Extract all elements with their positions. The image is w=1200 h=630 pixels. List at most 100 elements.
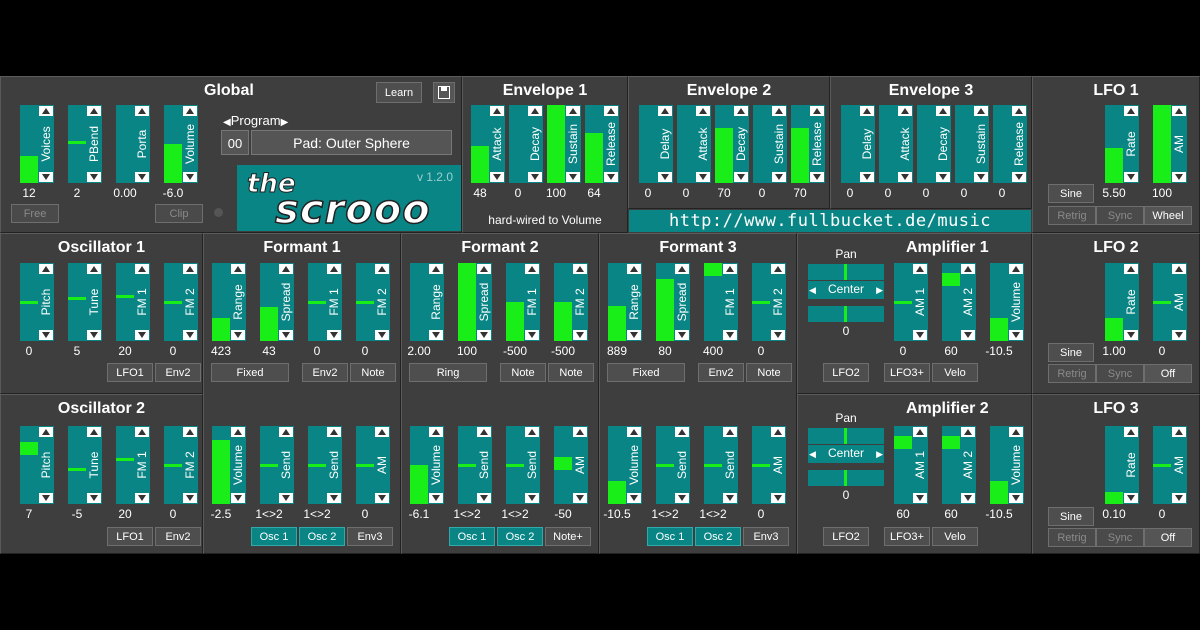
arrow-up-icon[interactable]: [429, 264, 443, 274]
arrow-down-icon[interactable]: [87, 493, 101, 503]
arrow-up-icon[interactable]: [477, 264, 491, 274]
slider-track[interactable]: [715, 105, 733, 183]
slider-handle[interactable]: [1153, 301, 1171, 304]
slider-volume[interactable]: Volume -6.1: [409, 426, 444, 521]
slider-spread[interactable]: Spread 43: [260, 263, 294, 358]
osc2-lfo-button[interactable]: LFO1: [107, 527, 153, 546]
arrow-up-icon[interactable]: [1124, 106, 1138, 116]
arrow-up-icon[interactable]: [87, 427, 101, 437]
amp2-lfo2-button[interactable]: LFO2: [823, 527, 869, 546]
slider-decay[interactable]: Decay 70: [715, 105, 749, 200]
slider-am[interactable]: AM 0: [356, 426, 390, 521]
slider-handle[interactable]: [1153, 464, 1171, 467]
arrow-down-icon[interactable]: [87, 172, 101, 182]
slider-delay[interactable]: Delay 0: [639, 105, 673, 200]
lfo3-retrig-button[interactable]: Retrig: [1048, 528, 1096, 547]
slider-track[interactable]: [1153, 263, 1171, 341]
website-url[interactable]: http://www.fullbucket.de/music: [629, 210, 1031, 232]
slider-am-1[interactable]: AM 1 60: [894, 426, 928, 521]
slider-track[interactable]: [458, 426, 476, 504]
slider-track[interactable]: [752, 426, 770, 504]
arrow-down-icon[interactable]: [604, 172, 618, 182]
slider-track[interactable]: [752, 263, 770, 341]
slider-track[interactable]: [608, 263, 626, 341]
slider-track[interactable]: [356, 426, 374, 504]
slider-fm-1[interactable]: FM 1 20: [116, 263, 150, 358]
slider-track[interactable]: [509, 105, 527, 183]
slider-handle[interactable]: [260, 464, 278, 467]
lfo3-wave-button[interactable]: Sine: [1048, 507, 1094, 526]
slider-track[interactable]: [212, 263, 230, 341]
slider-attack[interactable]: Attack 48: [471, 105, 505, 200]
arrow-down-icon[interactable]: [1124, 493, 1138, 503]
arrow-down-icon[interactable]: [477, 493, 491, 503]
slider-handle[interactable]: [752, 301, 770, 304]
slider-am-2[interactable]: AM 2 60: [942, 426, 976, 521]
formant1-osc1-button[interactable]: Osc 1: [251, 527, 297, 546]
arrow-up-icon[interactable]: [327, 264, 341, 274]
slider-volume[interactable]: Volume -10.5: [985, 426, 1024, 521]
formant1-osc2-button[interactable]: Osc 2: [299, 527, 345, 546]
lfo2-mod-button[interactable]: Off: [1144, 364, 1192, 383]
slider-handle[interactable]: [308, 464, 326, 467]
slider-track[interactable]: [471, 105, 489, 183]
arrow-up-icon[interactable]: [573, 427, 587, 437]
arrow-down-icon[interactable]: [525, 330, 539, 340]
slider-track[interactable]: [20, 105, 38, 183]
slider-send[interactable]: Send 1<>2: [453, 426, 492, 521]
slider-track[interactable]: [116, 426, 134, 504]
arrow-down-icon[interactable]: [477, 330, 491, 340]
lfo1-retrig-button[interactable]: Retrig: [1048, 206, 1096, 225]
slider-send[interactable]: Send 1<>2: [501, 426, 540, 521]
amp1-lfo2-button[interactable]: LFO2: [823, 363, 869, 382]
arrow-down-icon[interactable]: [658, 172, 672, 182]
slider-volume[interactable]: Volume -10.5: [603, 426, 642, 521]
slider-track[interactable]: [704, 263, 722, 341]
slider-send[interactable]: Send 1<>2: [255, 426, 294, 521]
arrow-down-icon[interactable]: [490, 172, 504, 182]
slider-track[interactable]: [1153, 105, 1171, 183]
arrow-down-icon[interactable]: [375, 330, 389, 340]
arrow-down-icon[interactable]: [627, 493, 641, 503]
arrow-down-icon[interactable]: [327, 330, 341, 340]
arrow-up-icon[interactable]: [913, 427, 927, 437]
arrow-down-icon[interactable]: [771, 493, 785, 503]
slider-tune[interactable]: Tune -5: [68, 426, 102, 521]
arrow-up-icon[interactable]: [771, 264, 785, 274]
arrow-up-icon[interactable]: [375, 264, 389, 274]
slider-track[interactable]: [506, 426, 524, 504]
lfo1-wave-button[interactable]: Sine: [1048, 184, 1094, 203]
slider-am[interactable]: AM -50: [554, 426, 588, 521]
arrow-down-icon[interactable]: [327, 493, 341, 503]
slider-track[interactable]: [164, 105, 182, 183]
slider-range[interactable]: Range 2.00: [407, 263, 444, 358]
amp1-lfo3-button[interactable]: LFO3+: [884, 363, 930, 382]
arrow-up-icon[interactable]: [183, 106, 197, 116]
formant2-noteplus-button[interactable]: Note+: [545, 527, 591, 546]
slider-am[interactable]: AM 0: [1153, 263, 1187, 358]
slider-rate[interactable]: Rate 0.10: [1102, 426, 1139, 521]
arrow-down-icon[interactable]: [183, 493, 197, 503]
slider-pitch[interactable]: Pitch 7: [20, 426, 54, 521]
arrow-up-icon[interactable]: [1172, 427, 1186, 437]
arrow-down-icon[interactable]: [961, 493, 975, 503]
arrow-up-icon[interactable]: [183, 264, 197, 274]
slider-decay[interactable]: Decay 0: [917, 105, 951, 200]
arrow-up-icon[interactable]: [675, 427, 689, 437]
arrow-down-icon[interactable]: [1009, 330, 1023, 340]
lfo1-mod-button[interactable]: Wheel: [1144, 206, 1192, 225]
arrow-up-icon[interactable]: [87, 106, 101, 116]
slider-track[interactable]: [894, 263, 912, 341]
arrow-up-icon[interactable]: [810, 106, 824, 116]
arrow-up-icon[interactable]: [913, 264, 927, 274]
arrow-up-icon[interactable]: [231, 427, 245, 437]
slider-fm-1[interactable]: FM 1 20: [116, 426, 150, 521]
slider-track[interactable]: [753, 105, 771, 183]
arrow-up-icon[interactable]: [279, 264, 293, 274]
arrow-up-icon[interactable]: [429, 427, 443, 437]
slider-range[interactable]: Range 889: [607, 263, 642, 358]
slider-rate[interactable]: Rate 5.50: [1102, 105, 1139, 200]
slider-track[interactable]: [164, 426, 182, 504]
slider-spread[interactable]: Spread 80: [656, 263, 690, 358]
slider-track[interactable]: [506, 263, 524, 341]
